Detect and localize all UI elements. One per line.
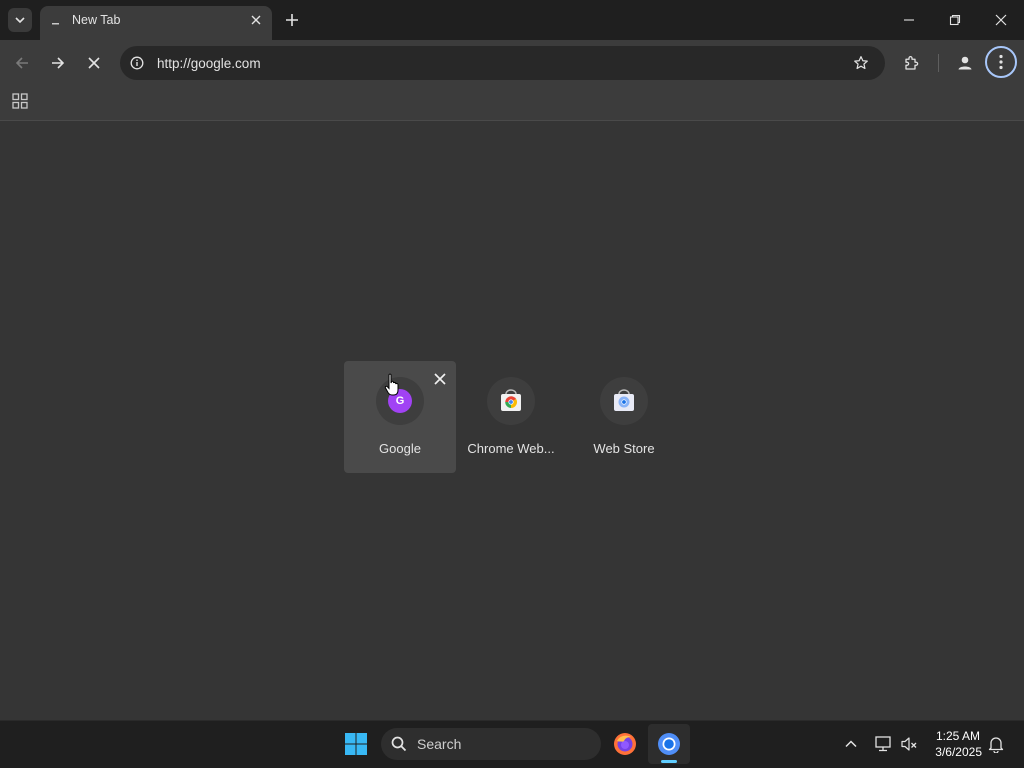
web-store-icon bbox=[614, 389, 634, 411]
puzzle-icon bbox=[905, 56, 919, 70]
chrome-icon bbox=[657, 732, 681, 756]
taskbar-search-box[interactable] bbox=[381, 728, 601, 760]
shortcut-tile-chrome-web-store[interactable]: Chrome Web... bbox=[455, 361, 567, 473]
back-button[interactable] bbox=[9, 50, 35, 76]
restore-button[interactable] bbox=[932, 0, 978, 40]
notifications-button[interactable] bbox=[987, 735, 1005, 753]
apps-grid-icon bbox=[12, 93, 28, 109]
shortcut-tile-web-store[interactable]: Web Store bbox=[568, 361, 680, 473]
network-status-button[interactable] bbox=[874, 735, 892, 753]
clock-time[interactable]: 1:25 AM bbox=[928, 729, 980, 743]
close-icon bbox=[88, 57, 100, 69]
forward-button[interactable] bbox=[45, 50, 71, 76]
apps-button[interactable] bbox=[10, 91, 30, 111]
search-icon bbox=[391, 736, 407, 752]
stop-loading-button[interactable] bbox=[81, 50, 107, 76]
url-text[interactable]: http://google.com bbox=[157, 56, 261, 71]
volume-muted-icon bbox=[901, 737, 917, 751]
person-icon bbox=[958, 56, 972, 70]
arrow-left-icon bbox=[15, 57, 28, 69]
shortcut-label: Chrome Web... bbox=[467, 441, 555, 456]
remove-shortcut-button[interactable] bbox=[429, 368, 451, 390]
plus-icon bbox=[286, 14, 298, 26]
restore-icon bbox=[949, 14, 961, 26]
site-info-button[interactable] bbox=[128, 54, 146, 72]
new-tab-button[interactable] bbox=[282, 10, 302, 30]
profile-button[interactable] bbox=[952, 50, 978, 76]
show-hidden-icons-button[interactable] bbox=[842, 735, 860, 753]
shortcut-icon-container bbox=[600, 377, 648, 425]
shortcut-label: Google bbox=[379, 441, 421, 456]
minimize-icon bbox=[904, 19, 914, 21]
clock-date[interactable]: 3/6/2025 bbox=[928, 745, 982, 759]
network-icon bbox=[875, 736, 891, 752]
close-icon bbox=[251, 15, 261, 25]
close-window-button[interactable] bbox=[978, 0, 1024, 40]
taskbar-search-label: Search bbox=[417, 736, 462, 752]
chrome-menu-button[interactable] bbox=[985, 46, 1017, 78]
active-app-indicator bbox=[661, 760, 677, 763]
bookmarks-bar bbox=[0, 85, 1024, 121]
close-icon bbox=[434, 373, 446, 385]
firefox-icon bbox=[614, 733, 636, 755]
arrow-right-icon bbox=[52, 57, 65, 69]
firefox-taskbar-button[interactable] bbox=[612, 731, 638, 757]
toolbar-divider bbox=[938, 54, 939, 72]
tab-close-button[interactable] bbox=[248, 12, 264, 28]
minimize-button[interactable] bbox=[886, 0, 932, 40]
hand-cursor-icon bbox=[384, 373, 402, 397]
windows-logo-icon bbox=[345, 733, 367, 755]
more-vertical-icon bbox=[999, 54, 1003, 70]
start-button[interactable] bbox=[343, 731, 369, 757]
bookmark-star-button[interactable] bbox=[851, 53, 871, 73]
shortcut-label: Web Store bbox=[593, 441, 655, 456]
volume-button[interactable] bbox=[900, 735, 918, 753]
bell-icon bbox=[988, 737, 1004, 753]
loading-favicon-icon bbox=[52, 17, 60, 25]
close-icon bbox=[995, 14, 1007, 26]
chevron-down-icon bbox=[15, 17, 25, 24]
chevron-up-icon bbox=[845, 740, 857, 748]
info-icon bbox=[130, 56, 144, 70]
star-icon bbox=[854, 56, 868, 70]
tab-title: New Tab bbox=[72, 13, 121, 27]
tab-search-button[interactable] bbox=[8, 8, 32, 32]
chrome-web-store-icon bbox=[501, 389, 521, 411]
extensions-button[interactable] bbox=[899, 50, 925, 76]
shortcut-icon-container bbox=[487, 377, 535, 425]
